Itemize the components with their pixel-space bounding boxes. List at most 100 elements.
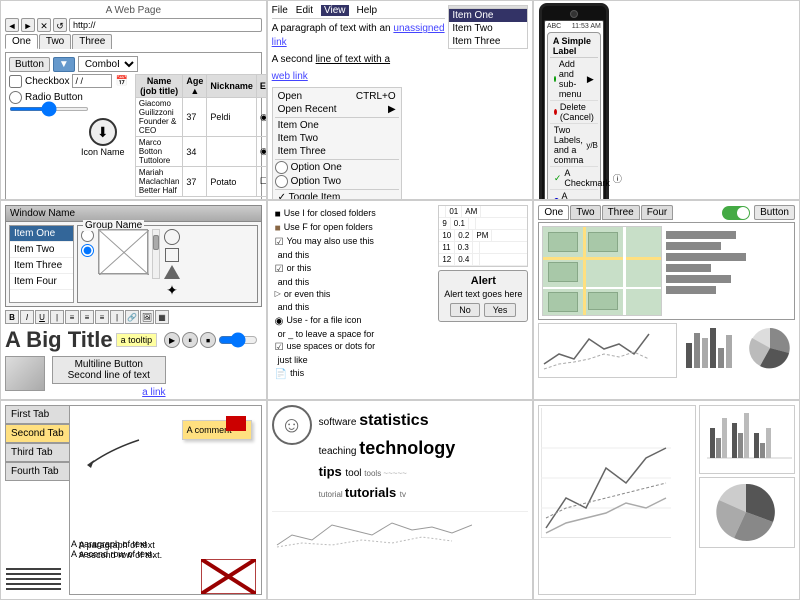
time-04: 0.4: [455, 254, 473, 265]
vtab-fourth[interactable]: Fourth Tab: [5, 462, 69, 481]
vtab-first[interactable]: First Tab: [5, 405, 69, 424]
unassigned-link[interactable]: unassigned link: [272, 23, 445, 48]
menu-edit[interactable]: Edit: [296, 5, 313, 16]
scrollbar[interactable]: [152, 229, 160, 279]
open-label: Open: [278, 91, 302, 102]
tool-align-left[interactable]: ≡: [65, 310, 79, 324]
browser-title: A Web Page: [5, 5, 262, 16]
popup-item-bullet[interactable]: A Bullet ≡: [550, 190, 598, 200]
tool-align-center[interactable]: ≡: [80, 310, 94, 324]
forward-button[interactable]: ►: [21, 18, 35, 32]
list-panel-item-one[interactable]: Item One: [449, 9, 527, 22]
toggle-item[interactable]: ✓ Toggle Item: [275, 191, 399, 200]
phone-menu-popup: A Simple Label Add and sub-menu ▶ Delete…: [547, 32, 601, 200]
browser-toolbar: ◄ ► ✕ ↺: [5, 18, 262, 32]
tool-link[interactable]: 🔗: [125, 310, 139, 324]
avatar-area: ☺: [272, 405, 312, 445]
tool-underline[interactable]: U: [35, 310, 49, 324]
word-tutorials: tutorials: [345, 485, 400, 500]
list-item-three[interactable]: Item Three: [275, 145, 399, 158]
list-panel-item-two[interactable]: Item Two: [449, 22, 527, 35]
time-blank2: [473, 242, 480, 253]
pause-button[interactable]: ⏸: [182, 332, 198, 348]
back-button[interactable]: ◄: [5, 18, 19, 32]
vtab-third[interactable]: Third Tab: [5, 443, 69, 462]
tab-strip-three[interactable]: Three: [602, 205, 640, 220]
download-icon[interactable]: ⬇: [89, 118, 117, 146]
slider[interactable]: [9, 107, 89, 111]
menu-file[interactable]: File: [272, 5, 288, 16]
checkbox[interactable]: [9, 75, 22, 88]
address-bar[interactable]: [69, 18, 262, 32]
list-panel-item-three[interactable]: Item Three: [449, 35, 527, 48]
time-row-11: 11 0.3: [439, 242, 527, 254]
play-button[interactable]: ▶: [164, 332, 180, 348]
calendar-icon[interactable]: 📅: [115, 76, 127, 87]
tab-strip-two[interactable]: Two: [570, 205, 600, 220]
tab-button[interactable]: Button: [754, 205, 795, 220]
tool-bold[interactable]: B: [5, 310, 19, 324]
group-radio-btn-2[interactable]: [81, 244, 94, 257]
tab-strip-four[interactable]: Four: [641, 205, 674, 220]
list-box-item-one[interactable]: Item One: [10, 226, 73, 242]
menu-open[interactable]: Open CTRL+O: [275, 90, 399, 103]
shapes-panel: ✦: [164, 229, 180, 299]
cell-emp2: ◉: [256, 137, 266, 167]
button[interactable]: Button: [9, 57, 50, 72]
tab-three[interactable]: Three: [72, 34, 112, 49]
list-box-item-two[interactable]: Item Two: [10, 242, 73, 258]
vertical-bar-svg: [681, 323, 741, 373]
map-block-2: [588, 232, 618, 252]
menu-open-recent[interactable]: Open Recent ▶: [275, 103, 399, 116]
menu-help[interactable]: Help: [357, 5, 378, 16]
date-input[interactable]: [72, 74, 112, 88]
alert-yes-button[interactable]: Yes: [484, 303, 517, 317]
vtab-second[interactable]: Second Tab: [5, 424, 69, 443]
tab-two[interactable]: Two: [39, 34, 71, 49]
popup-item-delete[interactable]: Delete (Cancel): [550, 101, 598, 124]
volume-slider[interactable]: [218, 332, 258, 348]
blue-button[interactable]: ▼: [53, 57, 75, 72]
refresh-button[interactable]: ↺: [53, 18, 67, 32]
cell-name2: Marco BottonTuttolore: [135, 137, 182, 167]
check-item-8: and this: [275, 302, 433, 314]
multiline-button[interactable]: Multiline Button Second line of text: [52, 356, 166, 384]
icon-area: ⬇ Icon Name: [81, 118, 125, 157]
green-toggle[interactable]: [722, 206, 750, 220]
tool-image[interactable]: 🖼: [140, 310, 154, 324]
word-tips: tips: [319, 464, 346, 479]
popup-item-checkmark[interactable]: ✓ A Checkmark ⓘ: [550, 167, 598, 190]
list-box-item-four[interactable]: Item Four: [10, 274, 73, 290]
combo-box[interactable]: ComboBox: [78, 56, 138, 72]
list-box-item-three[interactable]: Item Three: [10, 258, 73, 274]
check-text-8: and this: [278, 302, 310, 314]
tab-one[interactable]: One: [5, 34, 38, 49]
tool-align-right[interactable]: ≡: [95, 310, 109, 324]
popup-item-labels[interactable]: Two Labels, and a comma y/B: [550, 124, 598, 167]
stop-media-button[interactable]: ⏹: [200, 332, 216, 348]
triangle-icon: ▷: [275, 289, 281, 299]
link-label[interactable]: a link: [142, 387, 165, 398]
list-item-two[interactable]: Item Two: [275, 132, 399, 145]
alert-no-button[interactable]: No: [450, 303, 480, 317]
charts-panel: [533, 400, 800, 600]
radio-one-label: Option One: [291, 162, 342, 173]
tool-italic[interactable]: I: [20, 310, 34, 324]
tool-table[interactable]: ▦: [155, 310, 169, 324]
web-link[interactable]: web link: [272, 71, 308, 82]
time-01: 0.1: [451, 218, 469, 229]
link-area: a link: [52, 386, 166, 398]
menu-view[interactable]: View: [321, 5, 349, 16]
word-tool: tool: [345, 468, 364, 479]
window-body: Item One Item Two Item Three Item Four G…: [6, 222, 261, 306]
tabs-map-panel: One Two Three Four Button: [533, 200, 800, 400]
cell-nick3: Potato: [207, 167, 257, 197]
stop-button[interactable]: ✕: [37, 18, 51, 32]
grouped-bar-svg: [702, 408, 792, 468]
list-item-one[interactable]: Item One: [275, 119, 399, 132]
square-shape: [165, 248, 179, 262]
popup-item-add[interactable]: Add and sub-menu ▶: [550, 58, 598, 101]
scroll-thumb[interactable]: [153, 235, 159, 250]
tab-strip-one[interactable]: One: [538, 205, 569, 220]
mobile-panel: ABC 11:53 AM A Simple Label Add and sub-…: [533, 0, 800, 200]
